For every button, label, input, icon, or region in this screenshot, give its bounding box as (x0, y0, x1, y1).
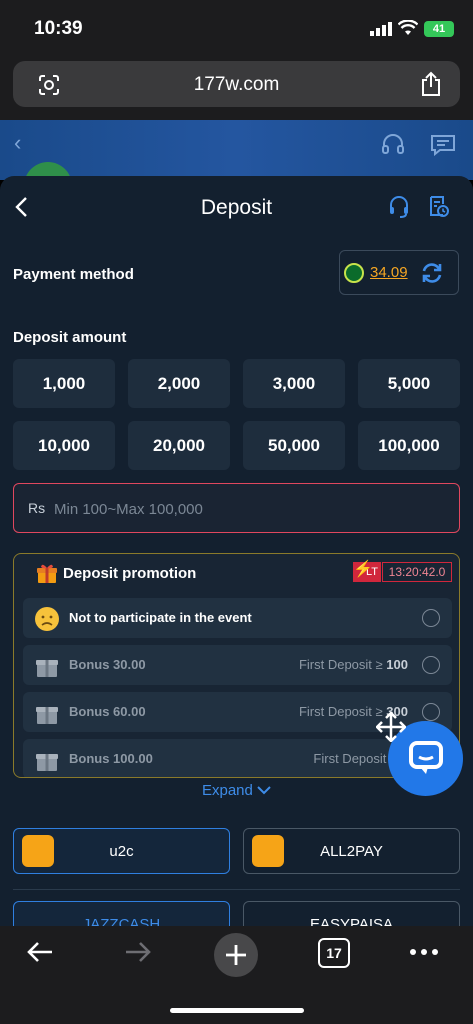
modal-header: Deposit (0, 176, 473, 238)
amount-option[interactable]: 2,000 (128, 359, 230, 408)
promotion-requirement: First Deposit ≥ 100 (298, 657, 408, 672)
move-handle-icon[interactable] (376, 712, 406, 742)
promotion-radio[interactable] (422, 656, 440, 674)
browser-address-area: 177w.com (0, 56, 473, 120)
promotion-option-label: Bonus 30.00 (69, 657, 146, 672)
promotion-option-label: Bonus 100.00 (69, 751, 153, 766)
battery-indicator: 41 (424, 21, 454, 37)
balance-box: 34.09 (339, 250, 459, 295)
amount-option[interactable]: 3,000 (243, 359, 345, 408)
amount-option[interactable]: 50,000 (243, 421, 345, 470)
new-tab-icon[interactable] (213, 932, 259, 978)
chevron-down-icon (257, 786, 271, 795)
address-bar[interactable]: 177w.com (13, 61, 460, 107)
signal-icon (370, 22, 392, 36)
payment-channel-label: EASYPAISA (309, 916, 394, 926)
forward-arrow-icon[interactable] (122, 936, 154, 968)
wifi-icon (398, 20, 418, 35)
coin-icon (252, 835, 284, 867)
tabs-count-button[interactable]: 17 (318, 938, 350, 968)
back-arrow-icon[interactable] (24, 936, 56, 968)
headset-icon (382, 134, 404, 154)
payment-channel-all2pay[interactable]: ALL2PAY (243, 828, 460, 874)
amount-option[interactable]: 100,000 (358, 421, 460, 470)
history-icon[interactable] (428, 195, 450, 219)
deposit-modal: Deposit Payment method 34.09 Deposit amo… (0, 176, 473, 926)
amount-option[interactable]: 1,000 (13, 359, 115, 408)
amount-input-wrapper: Rs (13, 483, 460, 533)
gift-icon (36, 707, 58, 724)
payment-channel-easypaisa[interactable]: EASYPAISA (243, 901, 460, 926)
promotion-option-label: Not to participate in the event (69, 610, 252, 625)
amount-option[interactable]: 10,000 (13, 421, 115, 470)
browser-toolbar: 17 (0, 926, 473, 1024)
more-icon[interactable] (408, 936, 440, 968)
payment-channel-label: JAZZCASH (82, 916, 161, 926)
promotion-option-label: Bonus 60.00 (69, 704, 146, 719)
lightning-icon: ⚡ (353, 561, 373, 578)
back-icon: ‹ (14, 130, 22, 155)
promotion-option[interactable]: Bonus 30.00 First Deposit ≥ 100 (23, 645, 452, 685)
deposit-amount-label: Deposit amount (13, 329, 127, 346)
message-icon (431, 135, 455, 156)
gift-icon (36, 660, 58, 677)
amount-option[interactable]: 20,000 (128, 421, 230, 470)
divider (13, 889, 460, 890)
share-icon[interactable] (420, 71, 442, 97)
payment-channel-jazzcash[interactable]: JAZZCASH (13, 901, 230, 926)
payment-channel-label: u2c (109, 843, 134, 860)
status-bar: 10:39 41 (0, 0, 473, 56)
gift-icon (37, 564, 57, 583)
sad-face-icon (35, 607, 59, 631)
home-indicator (170, 1008, 304, 1013)
amount-option[interactable]: 5,000 (358, 359, 460, 408)
payment-channel-u2c[interactable]: u2c (13, 828, 230, 874)
refresh-icon[interactable] (420, 261, 444, 285)
gift-icon (36, 754, 58, 771)
background-page-header: ‹ (0, 120, 473, 192)
url-text[interactable]: 177w.com (13, 74, 460, 96)
balance-value: 34.09 (370, 264, 408, 281)
headset-icon[interactable] (388, 195, 410, 219)
pakistan-flag-icon (344, 263, 364, 283)
status-time: 10:39 (34, 18, 83, 39)
promotion-option[interactable]: Not to participate in the event (23, 598, 452, 638)
expand-label: Expand (201, 782, 253, 799)
currency-prefix: Rs (28, 500, 46, 516)
promotion-title: Deposit promotion (63, 565, 197, 582)
amount-input[interactable] (54, 494, 434, 524)
promotion-radio[interactable] (422, 609, 440, 627)
countdown-timer: 13:20:42.0 (382, 562, 452, 582)
promotion-radio[interactable] (422, 703, 440, 721)
coin-icon (22, 835, 54, 867)
payment-channel-label: ALL2PAY (320, 843, 383, 860)
payment-method-label: Payment method (13, 266, 134, 283)
